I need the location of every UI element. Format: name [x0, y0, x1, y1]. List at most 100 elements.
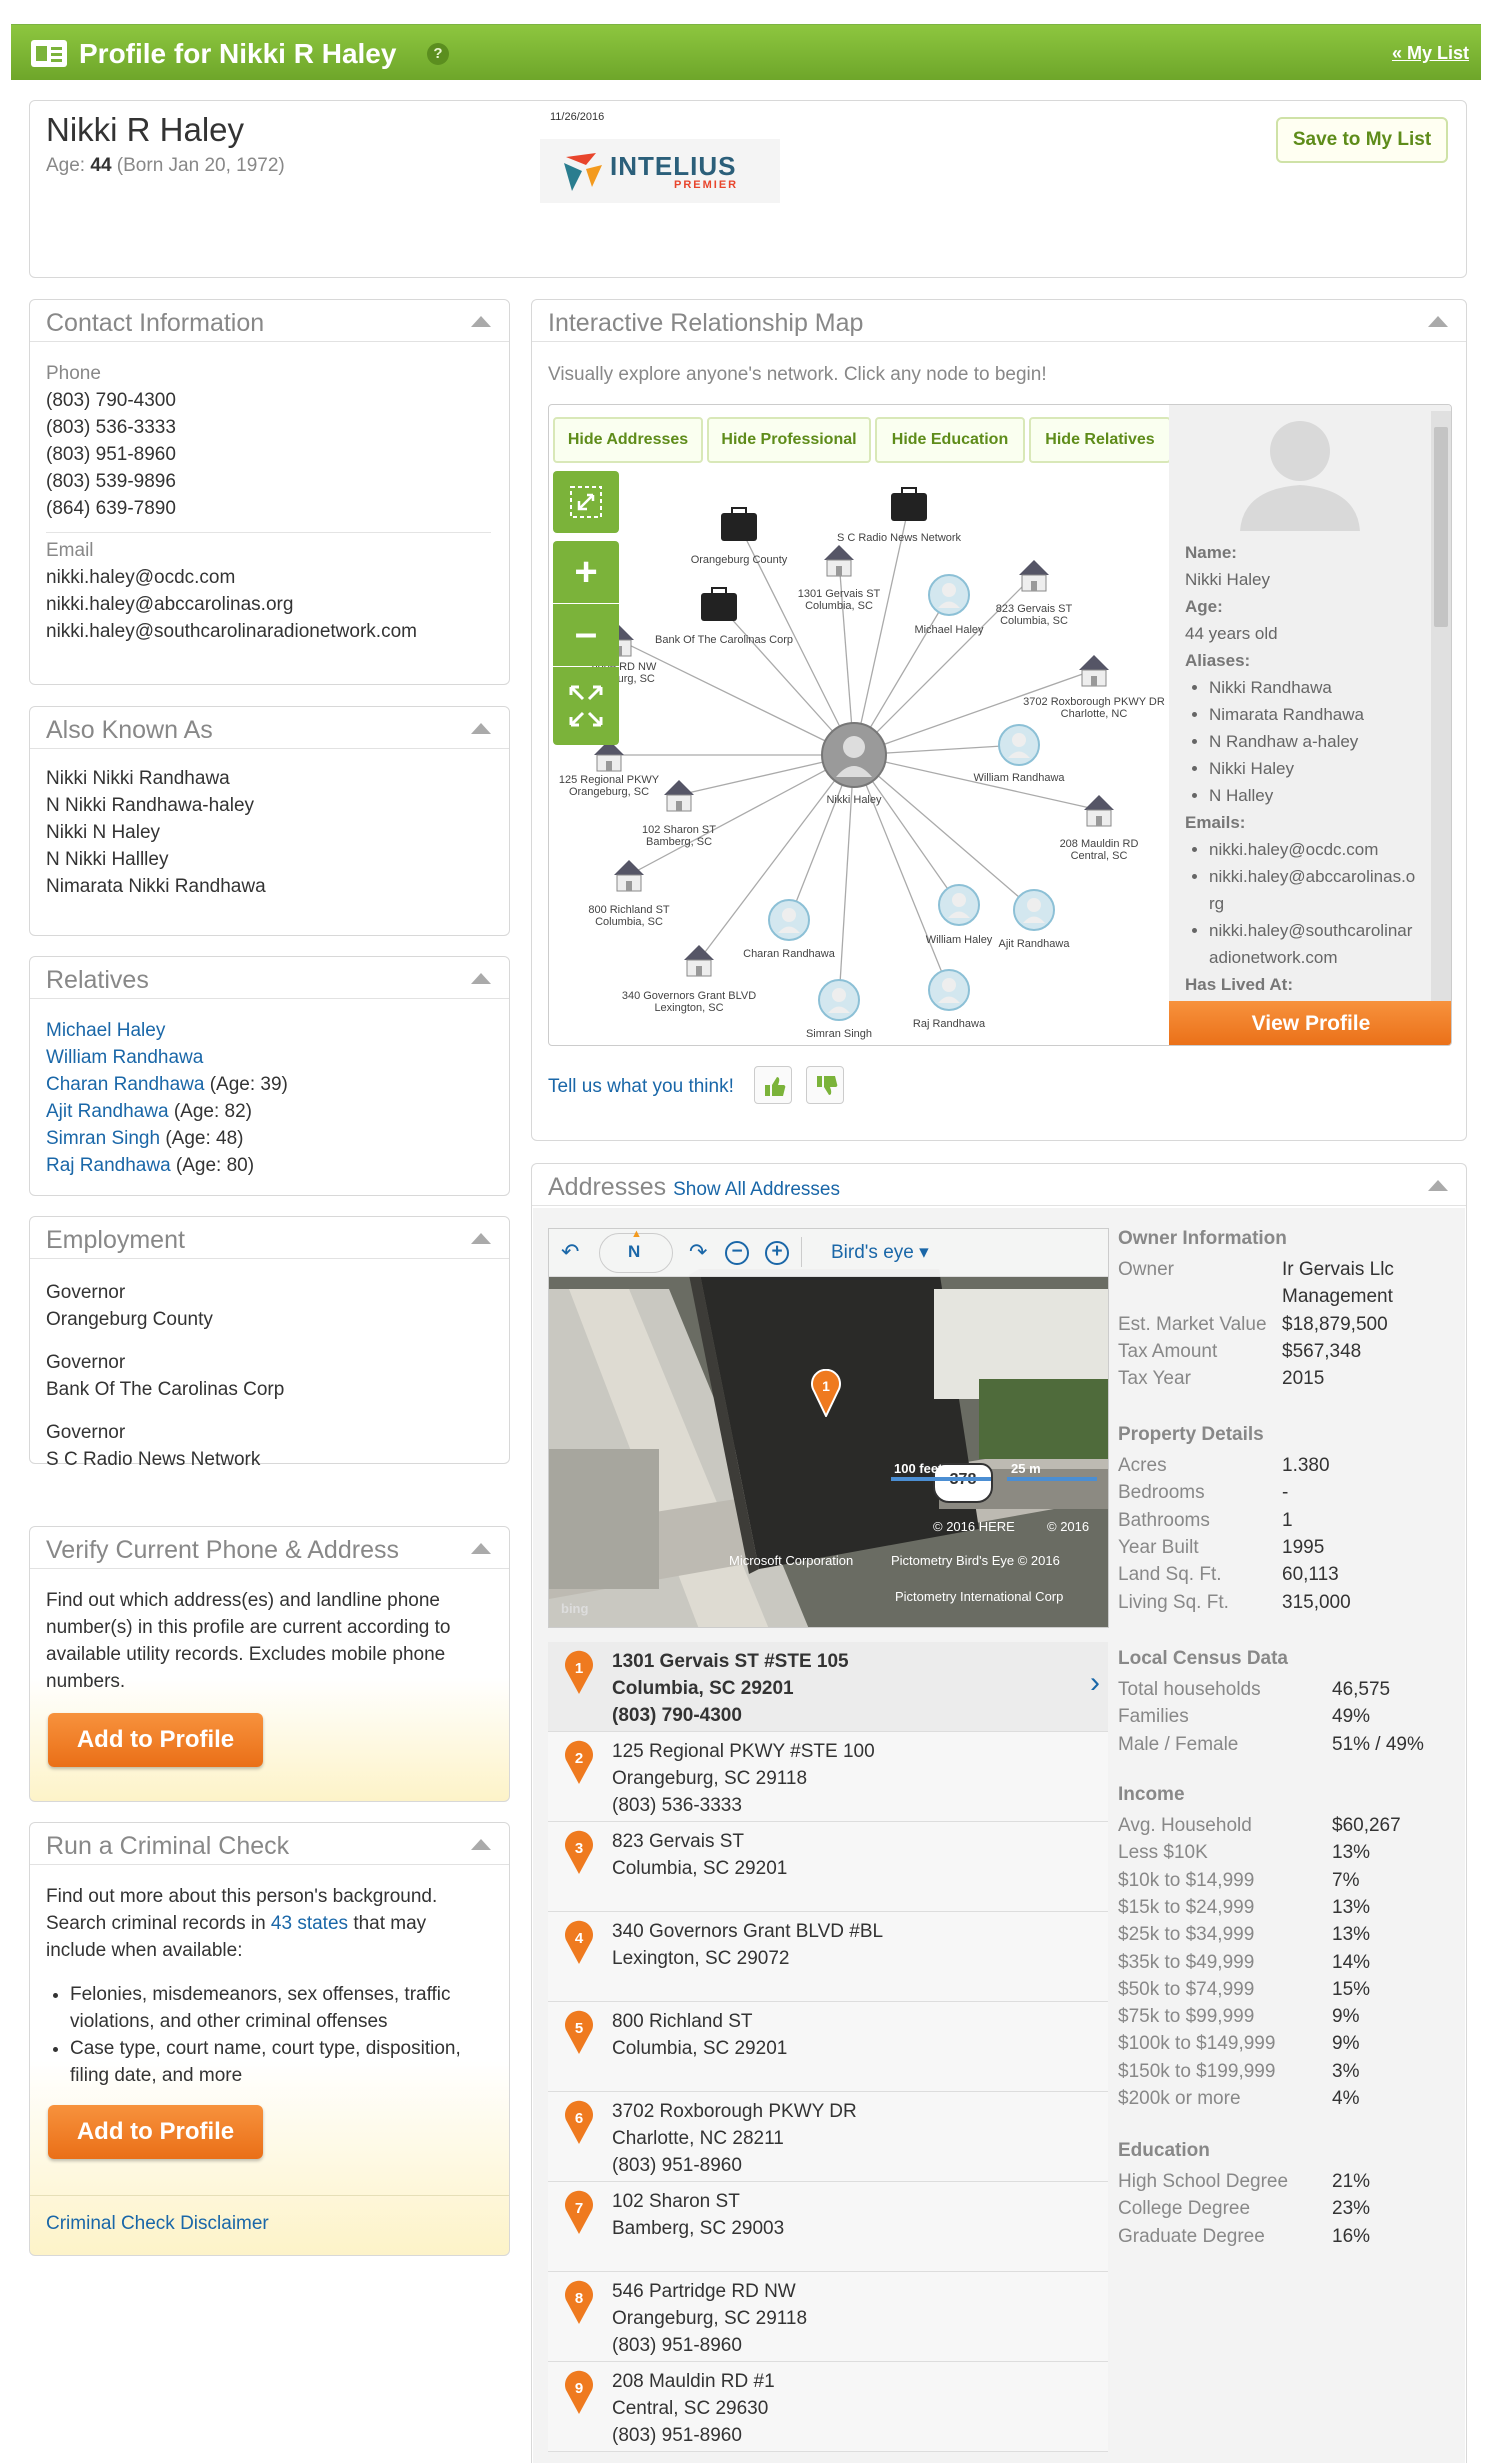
collapse-icon[interactable] [1428, 1180, 1448, 1191]
my-list-link[interactable]: « My List [1392, 43, 1469, 64]
rotate-right-icon[interactable]: ↷ [689, 1239, 707, 1265]
income-label: Less $10K [1118, 1842, 1208, 1864]
graph-node-person[interactable] [938, 884, 980, 926]
save-to-list-button[interactable]: Save to My List [1276, 117, 1448, 163]
graph-node-person[interactable] [1013, 889, 1055, 931]
address-line: Columbia, SC 29201 [612, 1678, 794, 1699]
address-item[interactable]: 5 800 Richland ST Columbia, SC 29201 [548, 2002, 1108, 2092]
graph-center-node[interactable] [821, 722, 887, 788]
address-item[interactable]: 9 208 Mauldin RD #1 Central, SC 29630 (803)… [548, 2362, 1108, 2452]
address-item[interactable]: 3 823 Gervais ST Columbia, SC 29201 [548, 1822, 1108, 1912]
contact-header[interactable]: Contact Information [30, 300, 509, 342]
chevron-right-icon[interactable]: › [1090, 1666, 1100, 1700]
income-label: $25k to $34,999 [1118, 1924, 1255, 1946]
birds-eye-map[interactable]: ↶ N ▲ ↷ − + Bird's eye ▾ 1 378 100 feet … [548, 1228, 1109, 1628]
hide-relatives-button[interactable]: Hide Relatives [1029, 417, 1171, 463]
owner-row: Tax Amount $567,348 [1118, 1338, 1448, 1365]
address-item[interactable]: 7 102 Sharon ST Bamberg, SC 29003 [548, 2182, 1108, 2272]
collapse-icon[interactable] [471, 973, 491, 984]
hide-professional-button[interactable]: Hide Professional [707, 417, 871, 463]
address-item[interactable]: 8 546 Partridge RD NW Orangeburg, SC 29118… [548, 2272, 1108, 2362]
graph-node-house[interactable] [664, 780, 694, 812]
income-label: $50k to $74,999 [1118, 1978, 1255, 2000]
relative-link[interactable]: Michael Haley [46, 1020, 165, 1041]
compass-icon[interactable]: N ▲ [599, 1229, 673, 1273]
graph-node-person[interactable] [928, 969, 970, 1011]
relative-link[interactable]: Charan Randhawa [46, 1074, 204, 1095]
graph-node-house[interactable] [1019, 560, 1049, 592]
address-item[interactable]: 4 340 Governors Grant BLVD #BL Lexington, … [548, 1912, 1108, 2002]
collapse-icon[interactable] [471, 1543, 491, 1554]
address-item[interactable]: 6 3702 Roxborough PKWY DR Charlotte, NC 28… [548, 2092, 1108, 2182]
graph-node-work[interactable] [721, 507, 757, 541]
relationship-graph[interactable]: Orangeburg County S C Radio News Network 1… [549, 465, 1169, 1045]
criminal-disclaimer-link[interactable]: Criminal Check Disclaimer [46, 2213, 269, 2235]
rotate-left-icon[interactable]: ↶ [561, 1239, 579, 1265]
address-item[interactable]: 1 1301 Gervais ST #STE 105 Columbia, SC 29… [548, 1642, 1108, 1732]
graph-node-person[interactable] [998, 724, 1040, 766]
relative-link[interactable]: William Randhawa [46, 1047, 203, 1068]
detail-label: Aliases: [1185, 651, 1251, 670]
map-header[interactable]: Interactive Relationship Map [532, 300, 1466, 342]
map-mode-select[interactable]: Bird's eye ▾ [831, 1241, 929, 1264]
thumbs-down-icon[interactable] [806, 1066, 844, 1104]
criminal-header[interactable]: Run a Criminal Check [30, 1823, 509, 1865]
zoom-in-icon[interactable]: + [553, 541, 619, 603]
employment-header[interactable]: Employment [30, 1217, 509, 1259]
collapse-icon[interactable] [1428, 316, 1448, 327]
graph-node-person[interactable] [768, 899, 810, 941]
addresses-header[interactable]: Addresses Show All Addresses [532, 1164, 1466, 1206]
collapse-icon[interactable] [471, 316, 491, 327]
thumbs-up-icon[interactable] [754, 1066, 792, 1104]
hide-addresses-button[interactable]: Hide Addresses [553, 417, 703, 463]
graph-node-person[interactable] [928, 574, 970, 616]
show-all-addresses-link[interactable]: Show All Addresses [673, 1179, 840, 1200]
property-value: 1.380 [1282, 1455, 1330, 1476]
collapse-graph-icon[interactable] [553, 471, 619, 533]
map-zoom-out-icon[interactable]: − [725, 1241, 749, 1265]
collapse-icon[interactable] [471, 723, 491, 734]
graph-node-house[interactable] [684, 945, 714, 977]
map-pin-icon: 5 [565, 2010, 593, 2054]
verify-add-to-profile-button[interactable]: Add to Profile [48, 1713, 263, 1767]
view-profile-button[interactable]: View Profile [1169, 1001, 1451, 1045]
employment-item: Governor Orangeburg County [46, 1279, 284, 1333]
job-org: S C Radio News Network [46, 1449, 261, 1470]
relative-item: Simran Singh (Age: 48) [46, 1125, 288, 1152]
property-label: Bathrooms [1118, 1509, 1210, 1531]
address-item[interactable]: 2 125 Regional PKWY #STE 100 Orangeburg, S… [548, 1732, 1108, 1822]
graph-node-person[interactable] [818, 979, 860, 1021]
relative-link[interactable]: Ajit Randhawa [46, 1101, 169, 1122]
map-marker-1[interactable]: 1 [809, 1368, 843, 1419]
graph-node-house[interactable] [1084, 795, 1114, 827]
graph-node-house[interactable] [824, 545, 854, 577]
census-value: 51% / 49% [1332, 1733, 1424, 1755]
relative-link[interactable]: Raj Randhawa [46, 1155, 171, 1176]
map-zoom-in-icon[interactable]: + [765, 1241, 789, 1265]
criminal-add-to-profile-button[interactable]: Add to Profile [48, 2105, 263, 2159]
states-link[interactable]: 43 states [271, 1913, 348, 1934]
help-icon[interactable]: ? [427, 43, 449, 65]
relatives-header[interactable]: Relatives [30, 957, 509, 999]
expand-graph-icon[interactable] [553, 667, 619, 745]
detail-scrollbar[interactable] [1431, 411, 1451, 1001]
property-info-column: Owner Information Owner Ir Gervais Llc Man… [1110, 1228, 1450, 2448]
aka-header[interactable]: Also Known As [30, 707, 509, 749]
contact-panel: Contact Information Phone (803) 790-4300… [29, 299, 510, 685]
graph-node-work[interactable] [891, 487, 927, 521]
graph-node-house[interactable] [614, 860, 644, 892]
income-value: 7% [1332, 1869, 1360, 1891]
graph-node-label: 1301 Gervais ST [798, 588, 881, 600]
relative-link[interactable]: Simran Singh [46, 1128, 160, 1149]
address-line: Charlotte, NC 28211 [612, 2128, 784, 2149]
criminal-panel: Run a Criminal Check Find out more about… [29, 1822, 510, 2256]
collapse-icon[interactable] [471, 1839, 491, 1850]
graph-node-work[interactable] [701, 587, 737, 621]
collapse-icon[interactable] [471, 1233, 491, 1244]
verify-header[interactable]: Verify Current Phone & Address [30, 1527, 509, 1569]
education-value: 16% [1332, 2225, 1371, 2247]
hide-education-button[interactable]: Hide Education [875, 417, 1025, 463]
zoom-out-icon[interactable]: – [553, 604, 619, 666]
graph-node-label: Bamberg, SC [646, 836, 712, 848]
graph-node-house[interactable] [1079, 655, 1109, 687]
